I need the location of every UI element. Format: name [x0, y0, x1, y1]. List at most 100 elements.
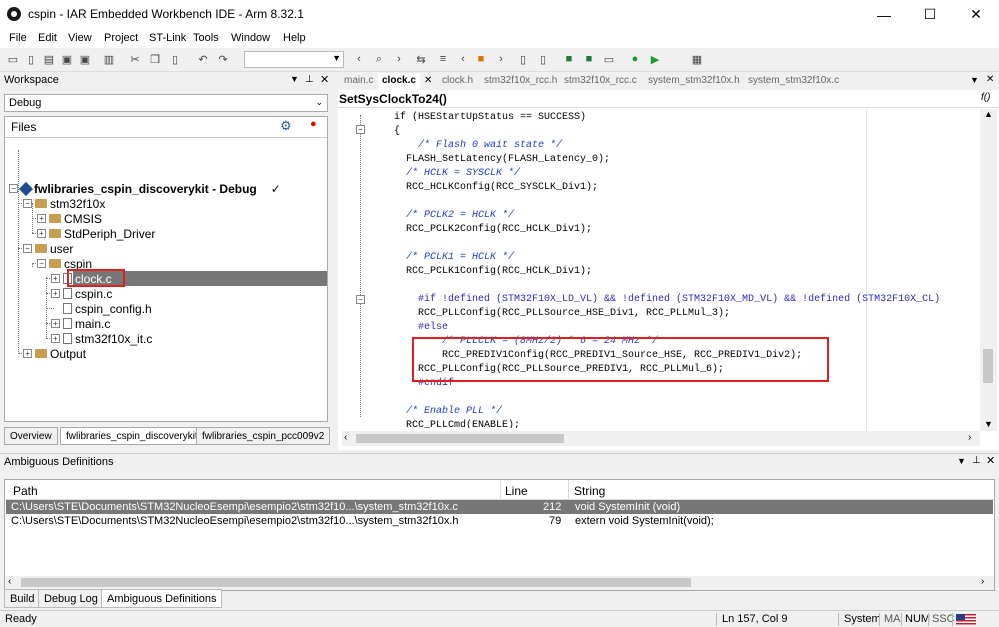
- download-debug-icon[interactable]: ●: [628, 52, 642, 66]
- panel-menu-icon[interactable]: ▼: [290, 74, 299, 84]
- collapse-icon[interactable]: −: [37, 259, 46, 268]
- scroll-thumb[interactable]: [21, 578, 691, 587]
- tree-file-cspin-config-h[interactable]: cspin_config.h: [63, 301, 152, 316]
- panel-close-icon[interactable]: ✕: [320, 73, 329, 86]
- column-line[interactable]: Line: [505, 484, 528, 498]
- nav-back-icon[interactable]: ‹: [456, 52, 470, 66]
- scroll-left-icon[interactable]: ‹: [344, 432, 347, 443]
- menu-window[interactable]: Window: [231, 32, 270, 44]
- fold-icon[interactable]: −: [356, 125, 365, 134]
- prev-bookmark-icon[interactable]: ▯: [516, 52, 530, 66]
- redo-icon[interactable]: ↷: [216, 52, 230, 66]
- new-file-icon[interactable]: ▯: [24, 52, 38, 66]
- expand-icon[interactable]: +: [51, 274, 60, 283]
- menu-stlink[interactable]: ST-Link: [149, 32, 186, 44]
- close-button[interactable]: ✕: [953, 0, 999, 29]
- collapse-icon[interactable]: −: [23, 199, 32, 208]
- panel-close-icon[interactable]: ✕: [986, 454, 995, 467]
- tab-build[interactable]: Build: [4, 589, 41, 608]
- scroll-right-icon[interactable]: ›: [981, 576, 984, 587]
- undo-icon[interactable]: ↶: [196, 52, 210, 66]
- scroll-thumb[interactable]: [356, 434, 564, 443]
- scroll-down-icon[interactable]: ▼: [984, 419, 993, 429]
- tabs-menu-icon[interactable]: ▼: [970, 75, 979, 85]
- scroll-right-icon[interactable]: ›: [968, 432, 971, 443]
- make-icon[interactable]: ■: [582, 52, 596, 66]
- expand-icon[interactable]: +: [51, 289, 60, 298]
- function-list-icon[interactable]: f(): [981, 92, 990, 103]
- expand-icon[interactable]: +: [51, 334, 60, 343]
- forward-icon[interactable]: ›: [392, 52, 406, 66]
- goto-icon[interactable]: ≡: [436, 52, 450, 66]
- new-icon[interactable]: ▭: [6, 52, 20, 66]
- editor-close-icon[interactable]: ✕: [986, 74, 994, 85]
- nav-forward-icon[interactable]: ›: [494, 52, 508, 66]
- tree-folder-output[interactable]: + Output: [23, 346, 86, 361]
- chevron-down-icon[interactable]: ⌄: [315, 97, 323, 108]
- menu-edit[interactable]: Edit: [38, 32, 57, 44]
- table-row[interactable]: C:\Users\STE\Documents\STM32NucleoEsempi…: [6, 500, 993, 514]
- tree-file-stm32f10x-it-c[interactable]: + stm32f10x_it.c: [51, 331, 152, 346]
- save-icon[interactable]: ▣: [60, 52, 74, 66]
- find-icon[interactable]: ⌕: [372, 52, 386, 66]
- paste-icon[interactable]: ▯: [168, 52, 182, 66]
- settings-gear-icon[interactable]: ⚙: [280, 118, 292, 134]
- editor-tab-rcc-c[interactable]: stm32f10x_rcc.c: [560, 73, 641, 90]
- expand-icon[interactable]: +: [51, 319, 60, 328]
- editor-tab-main-c[interactable]: main.c: [340, 73, 377, 90]
- tree-folder-user[interactable]: − user: [23, 241, 73, 256]
- open-icon[interactable]: ▤: [42, 52, 56, 66]
- find-combo[interactable]: ▼: [244, 51, 344, 68]
- copy-icon[interactable]: ❐: [148, 52, 162, 66]
- tree-folder-stdperiph[interactable]: + StdPeriph_Driver: [37, 226, 155, 241]
- pin-icon[interactable]: ⊥: [305, 74, 314, 85]
- tab-ambiguous-definitions[interactable]: Ambiguous Definitions: [101, 589, 223, 608]
- tree-folder-cmsis[interactable]: + CMSIS: [37, 211, 102, 226]
- compile-icon[interactable]: ■: [562, 52, 576, 66]
- print-icon[interactable]: ▥: [102, 52, 116, 66]
- menu-project[interactable]: Project: [104, 32, 138, 44]
- debug-icon[interactable]: ▶: [648, 52, 662, 66]
- menu-tools[interactable]: Tools: [193, 32, 219, 44]
- scroll-thumb[interactable]: [983, 349, 993, 383]
- expand-icon[interactable]: +: [37, 229, 46, 238]
- tree-file-main-c[interactable]: + main.c: [51, 316, 110, 331]
- pin-icon[interactable]: ⊥: [972, 455, 981, 466]
- expand-icon[interactable]: +: [37, 214, 46, 223]
- maximize-button[interactable]: ☐: [907, 0, 953, 29]
- tab-pcc009v2[interactable]: fwlibraries_cspin_pcc009v2: [196, 427, 331, 445]
- minimize-button[interactable]: —: [861, 0, 907, 29]
- function-name[interactable]: SetSysClockTo24(): [339, 92, 447, 106]
- replace-icon[interactable]: ⇆: [414, 52, 428, 66]
- menu-view[interactable]: View: [68, 32, 92, 44]
- next-bookmark-icon[interactable]: ▯: [536, 52, 550, 66]
- tab-debug-log[interactable]: Debug Log: [38, 589, 104, 608]
- table-row[interactable]: C:\Users\STE\Documents\STM32NucleoEsempi…: [6, 514, 993, 528]
- scroll-left-icon[interactable]: ‹: [8, 576, 11, 587]
- close-tab-icon[interactable]: ✕: [424, 75, 432, 86]
- tab-overview[interactable]: Overview: [4, 427, 58, 445]
- collapse-icon[interactable]: −: [23, 244, 32, 253]
- tree-folder-stm32f10x[interactable]: − stm32f10x: [23, 196, 105, 211]
- tree-file-cspin-c[interactable]: + cspin.c: [51, 286, 112, 301]
- cut-icon[interactable]: ✂: [128, 52, 142, 66]
- editor-tab-clock-c[interactable]: clock.c: [378, 73, 420, 90]
- editor-tab-system-h[interactable]: system_stm32f10x.h: [644, 73, 744, 90]
- stop-build-icon[interactable]: ▭: [602, 52, 616, 66]
- editor-tab-rcc-h[interactable]: stm32f10x_rcc.h: [480, 73, 561, 90]
- configuration-select[interactable]: Debug ⌄: [4, 94, 328, 112]
- horizontal-scrollbar[interactable]: ‹ ›: [342, 431, 980, 446]
- tab-discoverykit[interactable]: fwlibraries_cspin_discoverykit: [60, 427, 204, 445]
- editor-tab-system-c[interactable]: system_stm32f10x.c: [744, 73, 843, 90]
- save-all-icon[interactable]: ▣: [78, 52, 92, 66]
- scroll-up-icon[interactable]: ▲: [984, 109, 993, 119]
- back-icon[interactable]: ‹: [352, 52, 366, 66]
- tree-project[interactable]: − fwlibraries_cspin_discoverykit - Debug…: [9, 181, 281, 196]
- fold-icon[interactable]: −: [356, 295, 365, 304]
- horizontal-scrollbar[interactable]: ‹ ›: [5, 576, 994, 590]
- menu-file[interactable]: File: [9, 32, 27, 44]
- layout-icon[interactable]: ▦: [690, 52, 704, 66]
- bookmark-icon[interactable]: ■: [474, 52, 488, 66]
- panel-menu-icon[interactable]: ▼: [957, 456, 966, 466]
- expand-icon[interactable]: +: [23, 349, 32, 358]
